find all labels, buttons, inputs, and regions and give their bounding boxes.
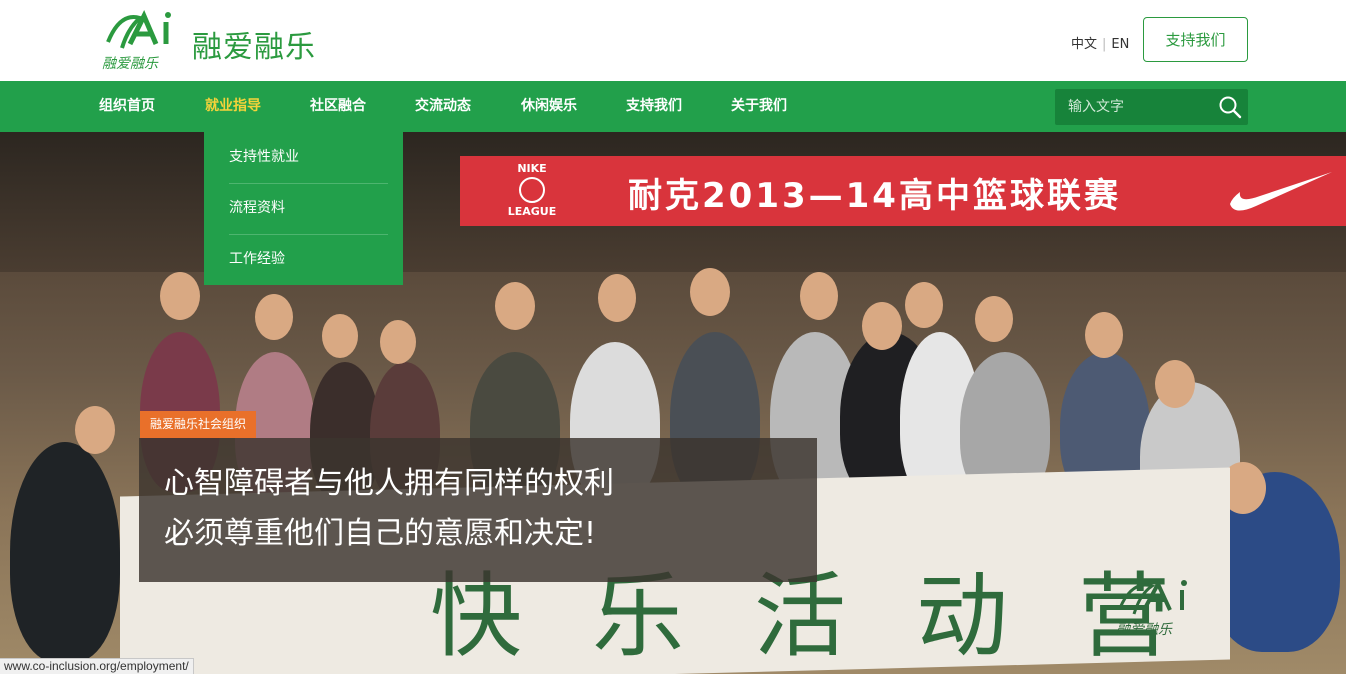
swoosh-icon: [1230, 172, 1332, 211]
person-head: [1085, 312, 1123, 358]
person-figure: [10, 442, 120, 662]
nav-item-support[interactable]: 支持我们: [626, 81, 682, 132]
dropdown-item-process-materials[interactable]: 流程资料: [204, 183, 403, 234]
language-switcher: 中文 | EN: [1071, 33, 1129, 52]
support-us-button[interactable]: 支持我们: [1143, 17, 1248, 62]
person-head: [322, 314, 358, 358]
person-head: [255, 294, 293, 340]
nav-item-about[interactable]: 关于我们: [731, 81, 787, 132]
lang-en-link[interactable]: EN: [1111, 37, 1129, 52]
person-head: [380, 320, 416, 364]
svg-text:融爱融乐: 融爱融乐: [102, 56, 159, 72]
search-box: [1055, 89, 1248, 125]
hero-tag: 融爱融乐社会组织: [140, 411, 257, 438]
person-head: [160, 272, 200, 320]
nike-logo-top-text: NIKE: [517, 162, 547, 175]
nav-item-employment[interactable]: 就业指导: [205, 81, 261, 132]
nike-logo-bottom-text: LEAGUE: [507, 205, 557, 218]
person-head: [75, 406, 115, 454]
site-header: 融爱融乐 融爱融乐 中文 | EN 支持我们: [0, 0, 1346, 81]
person-head: [1155, 360, 1195, 408]
svg-text:融爱融乐: 融爱融乐: [1116, 622, 1173, 638]
basketball-icon: [519, 177, 545, 203]
nav-item-community[interactable]: 社区融合: [310, 81, 366, 132]
logo-icon[interactable]: 融爱融乐: [100, 8, 180, 72]
search-icon[interactable]: [1218, 95, 1242, 119]
hero-banner: NIKE LEAGUE 耐克2013—14高中篮球联赛: [460, 156, 1346, 226]
banner-text: 耐克2013—14高中篮球联赛: [628, 176, 1121, 216]
lang-separator: |: [1102, 37, 1107, 52]
main-nav: 组织首页 就业指导 社区融合 交流动态 休闲娱乐 支持我们 关于我们: [0, 81, 1346, 132]
dropdown-item-supported-employment[interactable]: 支持性就业: [204, 132, 403, 183]
person-head: [598, 274, 636, 322]
person-head: [800, 272, 838, 320]
nike-league-logo: NIKE LEAGUE: [482, 162, 582, 220]
cloth-logo-icon: 融爱融乐: [1116, 579, 1187, 638]
nav-item-leisure[interactable]: 休闲娱乐: [521, 81, 577, 132]
dropdown-item-work-experience[interactable]: 工作经验: [204, 234, 403, 285]
person-head: [905, 282, 943, 328]
caption-line-1: 心智障碍者与他人拥有同样的权利: [164, 466, 614, 501]
hero-slideshow[interactable]: NIKE LEAGUE 耐克2013—14高中篮球联赛 快乐活动营 融爱融乐: [0, 132, 1346, 674]
person-head: [495, 282, 535, 330]
person-head: [690, 268, 730, 316]
employment-dropdown-menu: 支持性就业 流程资料 工作经验: [204, 132, 403, 285]
caption-line-2: 必须尊重他们自己的意愿和决定!: [164, 516, 597, 551]
site-name[interactable]: 融爱融乐: [192, 22, 316, 66]
hero-caption[interactable]: 心智障碍者与他人拥有同样的权利 必须尊重他们自己的意愿和决定!: [139, 438, 817, 582]
person-head: [975, 296, 1013, 342]
person-head: [862, 302, 902, 350]
lang-zh-link[interactable]: 中文: [1071, 37, 1097, 52]
search-input[interactable]: [1055, 89, 1215, 125]
browser-status-bar: www.co-inclusion.org/employment/: [0, 658, 194, 674]
nav-item-news[interactable]: 交流动态: [415, 81, 471, 132]
nav-item-home[interactable]: 组织首页: [99, 81, 155, 132]
